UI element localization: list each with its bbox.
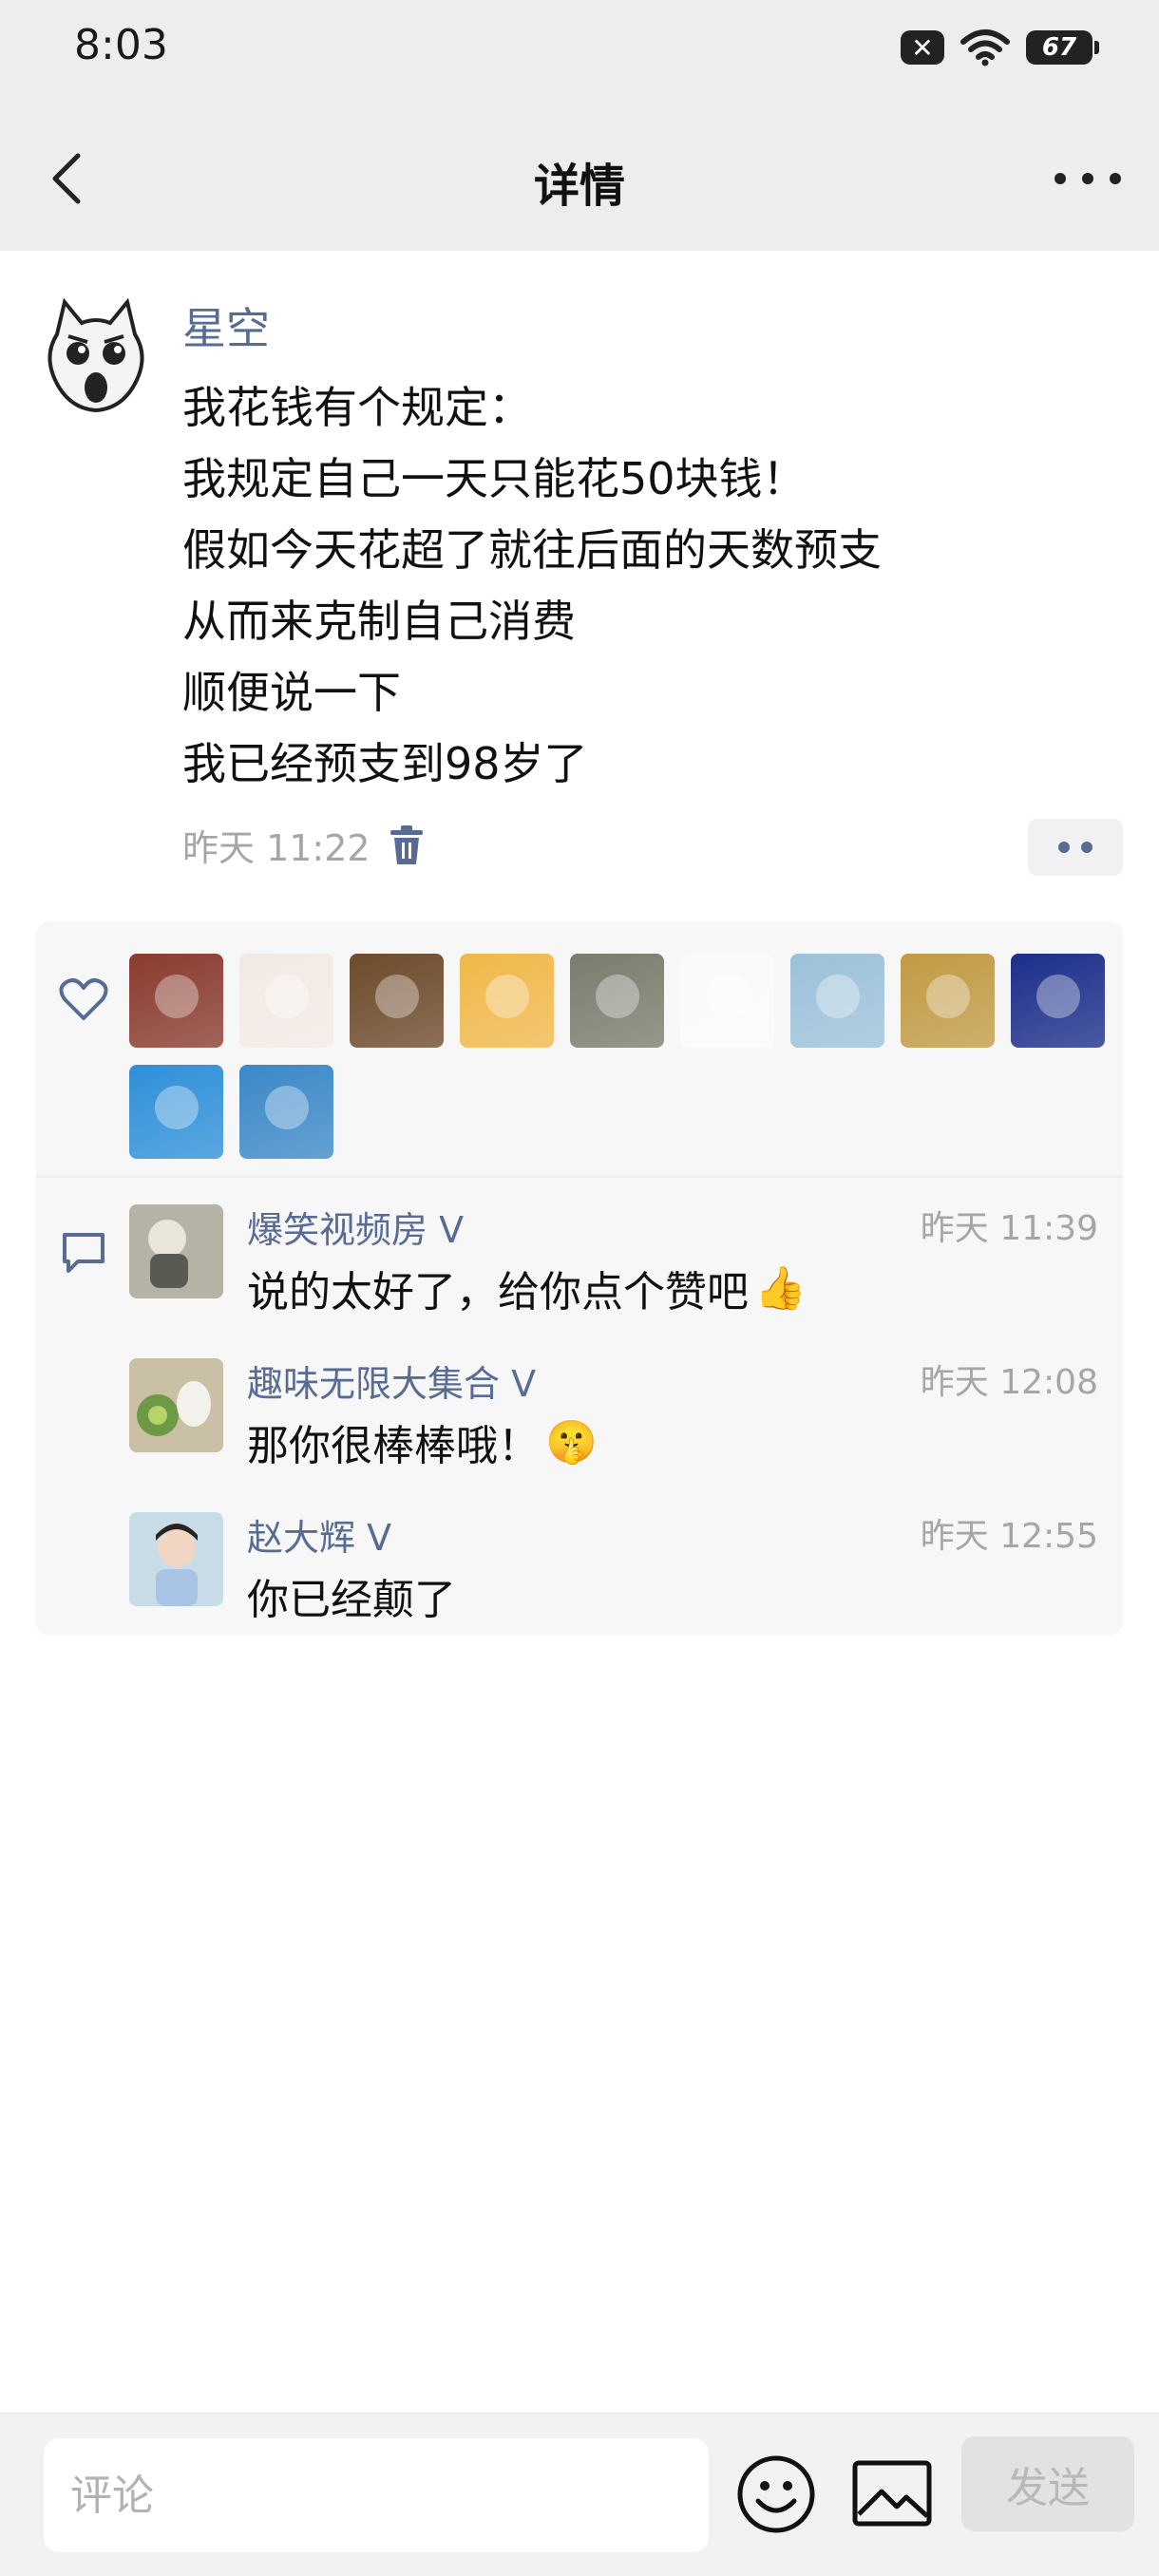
comment-avatar[interactable] xyxy=(129,1204,223,1298)
comment-item[interactable]: 赵大辉 V 昨天 12:55 你已经颠了 xyxy=(129,1512,1098,1636)
comment-time: 昨天 12:08 xyxy=(920,1363,1098,1402)
image-icon[interactable] xyxy=(851,2459,933,2528)
panel-divider xyxy=(36,1176,1123,1178)
comment-avatar[interactable] xyxy=(129,1358,223,1452)
comment-text-body: 你已经颠了 xyxy=(247,1576,456,1624)
comment-text: 那你很棒棒哦！ 🤫 xyxy=(247,1411,598,1472)
smiley-icon[interactable] xyxy=(735,2453,817,2535)
like-avatar-list xyxy=(129,954,1117,1159)
comment-input[interactable] xyxy=(44,2438,709,2552)
comment-text: 你已经颠了 xyxy=(247,1565,456,1626)
signal-off-icon: ✕ xyxy=(901,30,944,65)
comment-text-body: 说的太好了，给你点个赞吧 xyxy=(247,1268,749,1316)
post-author-name[interactable]: 星空 xyxy=(182,294,270,357)
trash-icon[interactable] xyxy=(388,824,426,866)
battery-indicator: 67 xyxy=(1026,30,1099,65)
post-author-avatar[interactable] xyxy=(36,296,156,416)
likes-section xyxy=(36,921,1123,1176)
interaction-panel: 爆笑视频房 V 昨天 11:39 说的太好了，给你点个赞吧 👍 趣味无限大集合 … xyxy=(36,921,1123,1636)
comment-time: 昨天 12:55 xyxy=(920,1517,1098,1556)
more-dots-icon[interactable] xyxy=(1054,161,1121,196)
shushing-face-emoji: 🤫 xyxy=(545,1418,598,1467)
comment-avatar[interactable] xyxy=(129,1512,223,1606)
avatar-meme-face[interactable] xyxy=(680,954,774,1048)
post-line: 我已经预支到98岁了 xyxy=(182,738,588,789)
comment-time: 昨天 11:39 xyxy=(920,1209,1098,1248)
avatar-anime-eye[interactable] xyxy=(1011,954,1105,1048)
avatar-rabbit-plush[interactable] xyxy=(570,954,664,1048)
post-line: 顺便说一下 xyxy=(182,667,401,718)
page-title: 详情 xyxy=(533,160,625,213)
comment-author[interactable]: 爆笑视频房 V xyxy=(247,1201,464,1253)
comment-text-body: 那你很棒棒哦！ xyxy=(247,1422,540,1470)
post-action-button[interactable] xyxy=(1028,819,1123,876)
post-line: 我规定自己一天只能花50块钱！ xyxy=(182,453,807,504)
post-meta: 昨天 11:22 xyxy=(182,819,426,871)
comment-bubble-icon xyxy=(63,1233,104,1273)
avatar-dog[interactable] xyxy=(350,954,444,1048)
comment-text: 说的太好了，给你点个赞吧 👍 xyxy=(247,1258,807,1318)
comment-author[interactable]: 赵大辉 V xyxy=(247,1508,391,1561)
post-line: 我花钱有个规定： xyxy=(182,382,532,433)
avatar-man-red-wall[interactable] xyxy=(129,954,223,1048)
post-time: 昨天 11:22 xyxy=(182,827,370,869)
avatar-dandelion[interactable] xyxy=(129,1065,223,1159)
send-button[interactable]: 发送 xyxy=(961,2436,1134,2531)
avatar-little-girl[interactable] xyxy=(790,954,884,1048)
status-time: 8:03 xyxy=(74,21,168,69)
thumbs-up-emoji: 👍 xyxy=(754,1264,807,1313)
post-line: 从而来克制自己消费 xyxy=(182,596,576,647)
comment-author[interactable]: 趣味无限大集合 V xyxy=(247,1354,536,1407)
avatar-sunset[interactable] xyxy=(901,954,995,1048)
top-bar: 8:03 ✕ 67 详情 xyxy=(0,0,1159,251)
post-line: 假如今天花超了就往后面的天数预支 xyxy=(182,524,882,576)
avatar-girl-yellow[interactable] xyxy=(460,954,554,1048)
comment-item[interactable]: 趣味无限大集合 V 昨天 12:08 那你很棒棒哦！ 🤫 xyxy=(129,1358,1098,1482)
comment-input-bar: 发送 xyxy=(0,2413,1159,2576)
comment-item[interactable]: 爆笑视频房 V 昨天 11:39 说的太好了，给你点个赞吧 👍 xyxy=(129,1204,1098,1328)
post-text: 我花钱有个规定： 我规定自己一天只能花50块钱！ 假如今天花超了就往后面的天数预… xyxy=(182,372,1094,800)
heart-icon xyxy=(59,978,108,1020)
status-icons: ✕ 67 xyxy=(901,28,1099,66)
wifi-icon xyxy=(960,29,1010,66)
avatar-girl-blue-sky[interactable] xyxy=(239,1065,333,1159)
avatar-girl-cartoon[interactable] xyxy=(239,954,333,1048)
